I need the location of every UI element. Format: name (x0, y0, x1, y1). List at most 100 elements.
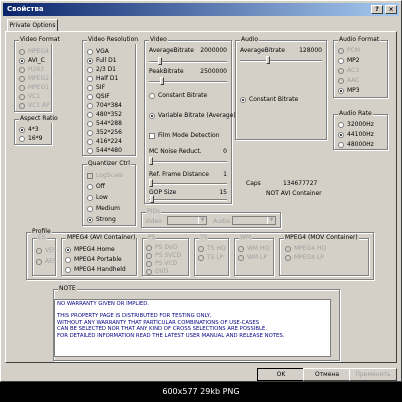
audio-format-pcm[interactable]: PCM (338, 47, 360, 54)
audio-average-bitrate-value: 128000 (299, 47, 322, 54)
video-format-group: Video Format MPEG4 AVI_C H263 MPEG2 MPEG… (14, 36, 61, 112)
audio-rate-44100[interactable]: 44100Hz (338, 131, 374, 138)
profile-mpeg4-handheld[interactable]: MPEG4 Handheld (65, 266, 126, 273)
profile-mpeg4-portable[interactable]: MPEG4 Portable (65, 256, 122, 263)
resolution-480x352[interactable]: 480*352 (87, 111, 122, 118)
video-variable-bitrate[interactable]: Variable Bitrate (Average) (149, 112, 236, 119)
profile-mpeg4-lp[interactable]: MPEG4 LP (285, 254, 324, 261)
resolution-2-3-d1[interactable]: 2/3 D1 (87, 66, 116, 73)
radio-icon (87, 205, 93, 212)
video-format-avi-c[interactable]: AVI_C (19, 57, 45, 64)
option-label: AAC (347, 77, 360, 84)
audio-format-mp3[interactable]: MP3 (338, 87, 360, 94)
apply-button[interactable]: Применить (349, 368, 397, 381)
video-format-h263[interactable]: H263 (19, 66, 44, 73)
film-mode-checkbox[interactable]: Film Mode Detection (149, 132, 220, 139)
audio-average-bitrate-slider[interactable] (266, 56, 270, 64)
aspect-ratio-legend: Aspect Ratio (19, 115, 59, 123)
option-label: MPEG2 (28, 75, 50, 82)
profile-ts-lp[interactable]: TS LP (198, 254, 223, 261)
profile-ps-vcd[interactable]: PS VCD (146, 260, 177, 267)
video-format-mpeg2[interactable]: MPEG2 (19, 75, 49, 82)
resolution-416x224[interactable]: 416*224 (87, 138, 122, 145)
profile-ps-svcd[interactable]: PS SVCD (146, 252, 181, 259)
quantizer-off[interactable]: Off (87, 183, 105, 190)
audio-constant-bitrate[interactable]: Constant Bitrate (240, 96, 298, 103)
resolution-544x480[interactable]: 544*480 (87, 147, 122, 154)
close-button[interactable]: × (385, 5, 397, 14)
audio-format-legend: Audio Format (338, 36, 381, 44)
quantizer-medium[interactable]: Medium (87, 205, 120, 212)
profile-wm-lp[interactable]: WM LP (238, 254, 267, 261)
audio-format-ac3[interactable]: AC3 (338, 67, 359, 74)
logscale-checkbox[interactable]: LogScale (87, 172, 123, 179)
option-label: Constant Bitrate (158, 92, 208, 99)
help-button[interactable]: ? (371, 5, 383, 14)
pids-video-select[interactable]: ▼ (167, 216, 207, 225)
option-label: 352*256 (96, 129, 122, 136)
profile-ts-hq[interactable]: TS HQ (198, 245, 226, 252)
option-label: PS VCD (155, 260, 178, 267)
resolution-sif[interactable]: SIF (87, 84, 105, 91)
resolution-704x384[interactable]: 704*384 (87, 102, 122, 109)
mpeg4-avi-group: MPEG4 (AVI Container) MPEG4 Home MPEG4 P… (61, 234, 137, 276)
ref-frame-slider[interactable] (149, 179, 153, 187)
cancel-button[interactable]: Отмена (303, 368, 351, 381)
ts-legend: TS (199, 234, 209, 242)
pids-audio-select[interactable]: ▼ (232, 216, 276, 225)
video-format-vc1-ap[interactable]: VC1 AP (19, 102, 50, 109)
radio-icon (87, 120, 93, 127)
radio-icon (338, 47, 344, 54)
radio-icon (87, 129, 93, 136)
quantizer-low[interactable]: Low (87, 194, 108, 201)
pids-audio-label: Audio (213, 218, 231, 225)
chevron-down-icon: ▼ (198, 217, 206, 224)
profile-ps-dvd[interactable]: PS DVD (146, 244, 178, 251)
radio-icon (238, 245, 244, 252)
aspect-ratio-group: Aspect Ratio 4*3 16*9 (14, 115, 59, 145)
wm-group: WM WM HQ WM LP (234, 234, 274, 276)
resolution-352x256[interactable]: 352*256 (87, 129, 122, 136)
ps-group: PS PS DVD PS SVCD PS VCD DVD (142, 234, 189, 276)
radio-selected-icon (338, 131, 344, 138)
radio-icon (65, 256, 71, 263)
profile-dvd[interactable]: DVD (146, 268, 168, 275)
audio-rate-32000[interactable]: 32000Hz (338, 121, 374, 128)
option-label: 480*352 (96, 111, 122, 118)
peak-bitrate-slider[interactable] (160, 77, 164, 85)
profile-mpeg4-home[interactable]: MPEG4 Home (65, 246, 115, 253)
ok-button[interactable]: OK (257, 368, 305, 381)
aspect-16-9[interactable]: 16*9 (19, 135, 42, 142)
profile-mpeg4-hq[interactable]: MPEG4 HQ (285, 245, 326, 252)
audio-format-mp2[interactable]: MP2 (338, 57, 360, 64)
profile-wm-hq[interactable]: WM HQ (238, 245, 269, 252)
option-label: MPEG4 LP (294, 254, 324, 261)
resolution-qsif[interactable]: QSIF (87, 93, 110, 100)
video-format-vc1[interactable]: VC1 (19, 93, 40, 100)
mc-noise-slider[interactable] (149, 157, 153, 165)
radio-icon (87, 111, 93, 118)
video-average-bitrate-slider[interactable] (158, 57, 162, 65)
resolution-544x288[interactable]: 544*288 (87, 120, 122, 127)
video-format-mpeg1[interactable]: MPEG1 (19, 84, 49, 91)
gop-size-slider[interactable] (150, 195, 154, 203)
profile-ves[interactable]: VES (36, 247, 57, 254)
video-legend: Video (149, 36, 168, 44)
radio-icon (87, 75, 93, 82)
video-constant-bitrate[interactable]: Constant Bitrate (149, 92, 207, 99)
option-label: 416*224 (96, 138, 122, 145)
profile-aes[interactable]: AES (36, 258, 57, 265)
audio-format-aac[interactable]: AAC (338, 77, 359, 84)
audio-average-bitrate-label: AverageBitrate (240, 47, 285, 54)
aspect-4-3[interactable]: 4*3 (19, 126, 39, 133)
quantizer-strong[interactable]: Strong (87, 216, 116, 223)
radio-icon (87, 66, 93, 73)
resolution-full-d1[interactable]: Full D1 (87, 57, 117, 64)
audio-rate-48000[interactable]: 48000Hz (338, 141, 374, 148)
resolution-half-d1[interactable]: Half D1 (87, 75, 118, 82)
video-format-mpeg4[interactable]: MPEG4 (19, 48, 49, 55)
radio-icon (146, 244, 152, 251)
resolution-vga[interactable]: VGA (87, 48, 109, 55)
radio-icon (146, 252, 152, 259)
quantizer-group: Quantizer Ctrl LogScale Off Low Medium S… (82, 160, 136, 226)
